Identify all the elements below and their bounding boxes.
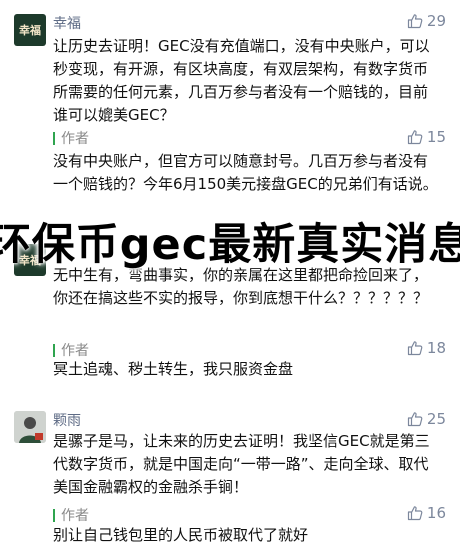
like-count: 15 (426, 128, 446, 146)
avatar-photo-icon (14, 411, 46, 443)
avatar-text: 幸福 (19, 24, 41, 37)
like-count: 18 (426, 339, 446, 357)
thumb-up-icon (407, 506, 423, 521)
like-count: 16 (426, 504, 446, 522)
thumb-up-icon (407, 14, 423, 29)
thumb-up-icon (407, 130, 423, 145)
like-button[interactable]: 16 (407, 504, 446, 522)
like-button[interactable]: 15 (407, 128, 446, 146)
comment-username[interactable]: 颗雨 (53, 410, 81, 430)
reply-text: 没有中央账户，但官方可以随意封号。几百万参与者没有一个赔钱的？今年6月150美元… (53, 152, 438, 193)
comment-text: 是骡子是马，让未来的历史去证明！我坚信GEC就是第三代数字货币，就是中国走向“一… (53, 432, 430, 496)
author-indicator-bar (53, 343, 55, 357)
overlay-banner: 环保币gec最新真实消息 (0, 212, 460, 270)
comment-text: 让历史去证明！GEC没有充值端口，没有中央账户，可以秒变现，有开源，有区块高度，… (53, 37, 430, 124)
like-button[interactable]: 29 (407, 12, 446, 30)
author-reply-header: 作者 (53, 128, 89, 148)
avatar[interactable] (14, 411, 46, 443)
banner-title: 环保币gec最新真实消息 (0, 220, 460, 270)
author-indicator-bar (53, 131, 55, 145)
thumb-up-icon (407, 341, 423, 356)
thumb-up-icon (407, 412, 423, 427)
comment-username[interactable]: 幸福 (53, 13, 81, 33)
author-label: 作者 (61, 131, 89, 147)
author-reply-header: 作者 (53, 505, 89, 525)
like-button[interactable]: 18 (407, 339, 446, 357)
reply-text: 冥土追魂、秽土转生，我只服资金盘 (53, 360, 294, 378)
author-label: 作者 (61, 508, 89, 524)
like-count: 29 (426, 12, 446, 30)
author-label: 作者 (61, 343, 89, 359)
like-button[interactable]: 25 (407, 410, 446, 428)
reply-text: 别让自己钱包里的人民币被取代了就好 (53, 526, 309, 544)
avatar[interactable]: 幸福 (14, 14, 46, 46)
author-indicator-bar (53, 508, 55, 522)
author-reply-header: 作者 (53, 340, 89, 360)
like-count: 25 (426, 410, 446, 428)
